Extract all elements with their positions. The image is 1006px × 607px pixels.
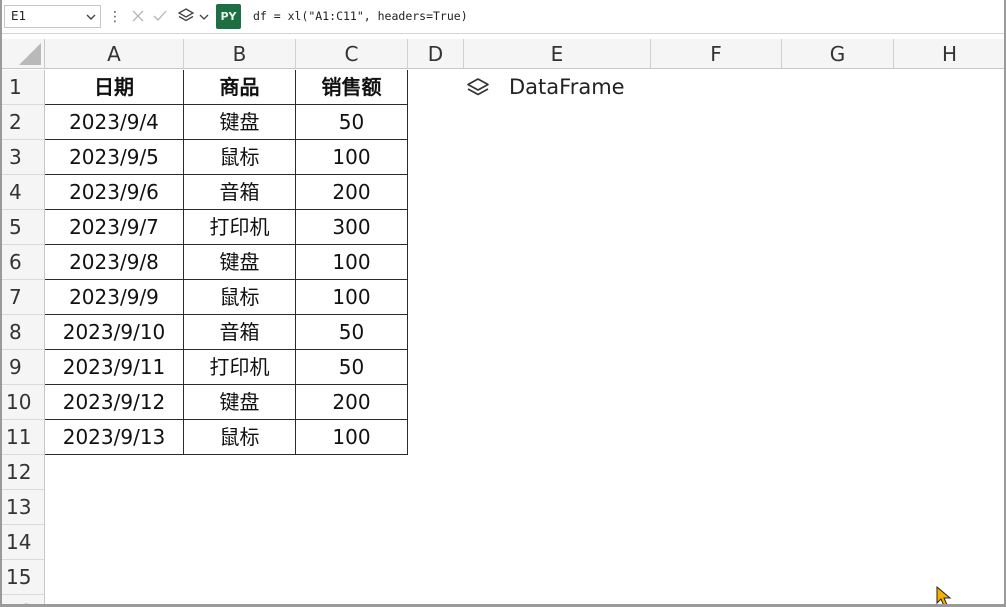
cell-b10[interactable]: 键盘 <box>184 385 296 420</box>
cell-b3[interactable]: 鼠标 <box>184 140 296 175</box>
row-header-2[interactable]: 2 <box>0 105 45 140</box>
dataframe-label: DataFrame <box>509 75 625 99</box>
cell-a4[interactable]: 2023/9/6 <box>45 175 184 210</box>
row-header-5[interactable]: 5 <box>0 210 45 245</box>
more-options-icon[interactable]: ⋮ <box>108 8 122 26</box>
formula-input[interactable]: df = xl("A1:C11", headers=True) <box>253 0 468 33</box>
cell-a8[interactable]: 2023/9/10 <box>45 315 184 350</box>
chevron-down-icon[interactable] <box>199 12 209 22</box>
stack-icon[interactable] <box>466 77 490 99</box>
cell-b2[interactable]: 键盘 <box>184 105 296 140</box>
cell-a3[interactable]: 2023/9/5 <box>45 140 184 175</box>
cell-b11[interactable]: 鼠标 <box>184 420 296 455</box>
cell-b5[interactable]: 打印机 <box>184 210 296 245</box>
column-header-e[interactable]: E <box>464 39 651 69</box>
cell-a2[interactable]: 2023/9/4 <box>45 105 184 140</box>
cell-a1[interactable]: 日期 <box>45 70 184 105</box>
select-all-corner[interactable] <box>0 39 45 69</box>
cell-b8[interactable]: 音箱 <box>184 315 296 350</box>
row-header-12[interactable]: 12 <box>0 455 45 490</box>
row-header-6[interactable]: 6 <box>0 245 45 280</box>
cell-b1[interactable]: 商品 <box>184 70 296 105</box>
cell-c5[interactable]: 300 <box>296 210 408 245</box>
cell-c6[interactable]: 100 <box>296 245 408 280</box>
excel-window: E1 ⋮ PY df = xl("A1:C11", headers=True) … <box>0 0 1006 607</box>
cell-c2[interactable]: 50 <box>296 105 408 140</box>
cell-c3[interactable]: 100 <box>296 140 408 175</box>
row-header-1[interactable]: 1 <box>0 70 45 105</box>
row-header-3[interactable]: 3 <box>0 140 45 175</box>
column-header-c[interactable]: C <box>296 39 408 69</box>
row-header-14[interactable]: 14 <box>0 525 45 560</box>
formula-bar: E1 ⋮ PY df = xl("A1:C11", headers=True) <box>0 0 1006 34</box>
column-header-g[interactable]: G <box>782 39 894 69</box>
cell-a10[interactable]: 2023/9/12 <box>45 385 184 420</box>
column-header-f[interactable]: F <box>651 39 782 69</box>
row-header-7[interactable]: 7 <box>0 280 45 315</box>
cell-c9[interactable]: 50 <box>296 350 408 385</box>
cell-a7[interactable]: 2023/9/9 <box>45 280 184 315</box>
column-header-b[interactable]: B <box>184 39 296 69</box>
row-header-10[interactable]: 10 <box>0 385 45 420</box>
cell-a6[interactable]: 2023/9/8 <box>45 245 184 280</box>
column-header-h[interactable]: H <box>894 39 1006 69</box>
cell-a11[interactable]: 2023/9/13 <box>45 420 184 455</box>
row-header-11[interactable]: 11 <box>0 420 45 455</box>
cell-c11[interactable]: 100 <box>296 420 408 455</box>
cell-c8[interactable]: 50 <box>296 315 408 350</box>
name-box-value: E1 <box>11 9 27 23</box>
column-header-d[interactable]: D <box>408 39 464 69</box>
select-all-triangle-icon <box>19 43 41 65</box>
cell-b9[interactable]: 打印机 <box>184 350 296 385</box>
row-header-15[interactable]: 15 <box>0 560 45 595</box>
cell-c1[interactable]: 销售额 <box>296 70 408 105</box>
check-icon[interactable] <box>152 8 168 24</box>
name-box[interactable]: E1 <box>4 5 101 28</box>
python-output-icon[interactable] <box>177 7 195 25</box>
window-frame-left <box>0 0 2 607</box>
row-header-4[interactable]: 4 <box>0 175 45 210</box>
cell-a5[interactable]: 2023/9/7 <box>45 210 184 245</box>
cell-b6[interactable]: 键盘 <box>184 245 296 280</box>
cell-c4[interactable]: 200 <box>296 175 408 210</box>
row-header-13[interactable]: 13 <box>0 490 45 525</box>
close-icon[interactable] <box>130 8 146 24</box>
column-header-a[interactable]: A <box>45 39 184 69</box>
python-badge[interactable]: PY <box>216 4 241 29</box>
row-header-8[interactable]: 8 <box>0 315 45 350</box>
row-header-9[interactable]: 9 <box>0 350 45 385</box>
cell-c7[interactable]: 100 <box>296 280 408 315</box>
cell-b4[interactable]: 音箱 <box>184 175 296 210</box>
cell-c10[interactable]: 200 <box>296 385 408 420</box>
cell-a9[interactable]: 2023/9/11 <box>45 350 184 385</box>
cell-b7[interactable]: 鼠标 <box>184 280 296 315</box>
chevron-down-icon[interactable] <box>85 11 97 23</box>
